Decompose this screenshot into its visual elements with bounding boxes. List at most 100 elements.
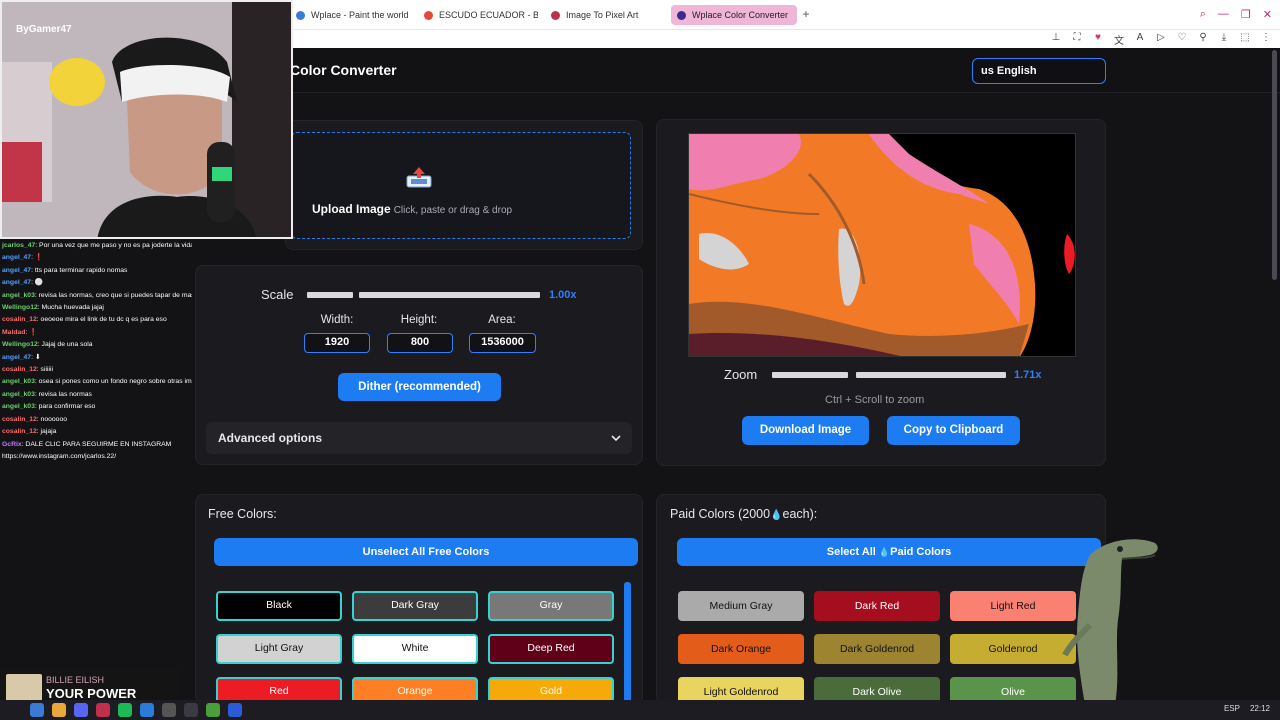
obs-app-icon[interactable] <box>162 703 176 717</box>
chat-username[interactable]: jcarlos_47 <box>2 242 35 249</box>
chat-username[interactable]: angel_k03 <box>2 378 35 385</box>
download-icon[interactable]: ⤓ <box>1218 32 1230 47</box>
upload-hint: Click, paste or drag & drop <box>393 205 513 216</box>
paid-swatch[interactable]: Light Red <box>950 591 1076 621</box>
chat-username[interactable]: cosalin_12 <box>2 366 37 373</box>
steam-app-icon[interactable] <box>184 703 198 717</box>
chat-username[interactable]: GcRix <box>2 441 22 448</box>
area-input[interactable]: 1536000 <box>469 333 536 353</box>
close-icon[interactable]: ✕ <box>1263 8 1272 21</box>
chat-username[interactable]: angel_47 <box>2 354 31 361</box>
chat-username[interactable]: angel_k03 <box>2 292 35 299</box>
pin-icon[interactable]: ⊥ <box>1050 32 1062 47</box>
chat-username[interactable]: angel_k03 <box>2 391 35 398</box>
select-all-paid-colors-button[interactable]: Select All 💧Paid Colors <box>677 538 1101 566</box>
free-swatch[interactable]: Dark Gray <box>352 591 478 621</box>
zoom-slider[interactable] <box>856 372 1006 378</box>
chrome-app-icon[interactable] <box>30 703 44 717</box>
paid-swatch[interactable]: Dark Goldenrod <box>814 634 940 664</box>
free-swatch[interactable]: Deep Red <box>488 634 614 664</box>
free-swatch[interactable]: Light Gray <box>216 634 342 664</box>
free-swatch[interactable]: White <box>352 634 478 664</box>
tab-label: Image To Pixel Art <box>566 10 639 20</box>
zoom-label: Zoom <box>724 367 758 382</box>
restore-icon[interactable]: ❐ <box>1241 8 1251 21</box>
pocket-icon[interactable]: ♥ <box>1092 32 1104 47</box>
chat-message: Wellingo12: Mucha huevada jajaj <box>0 302 192 314</box>
screenshot-icon[interactable]: ⛶ <box>1071 32 1083 47</box>
spotify-app-icon[interactable] <box>118 703 132 717</box>
tab-wplace[interactable]: Wplace - Paint the world <box>290 5 415 25</box>
browser-toolbar: ⊥ ⛶ ♥ 文 A ▷ ♡ ⚲ ⤓ ⬚ ⋮ <box>1050 32 1272 47</box>
excel-app-icon[interactable] <box>206 703 220 717</box>
chat-username[interactable]: Wellingo12 <box>2 304 38 311</box>
chat-text: : jajaja <box>36 428 57 436</box>
tab-escudo[interactable]: ESCUDO ECUADOR - Bu <box>418 5 538 25</box>
scale-slider[interactable] <box>359 292 540 298</box>
chat-text: : ⬇ <box>31 353 41 361</box>
vscode-app-icon[interactable] <box>140 703 154 717</box>
chat-username[interactable]: angel_k03 <box>2 403 35 410</box>
chat-username[interactable]: angel_47 <box>2 254 31 261</box>
scale-value: 1.00x <box>549 289 577 301</box>
free-swatch[interactable]: Gray <box>488 591 614 621</box>
now-playing-song: YOUR POWER <box>46 686 137 701</box>
width-input[interactable]: 1920 <box>304 333 370 353</box>
upload-dropzone[interactable] <box>291 132 631 239</box>
tray-clock[interactable]: 22:12 <box>1250 704 1270 713</box>
copy-to-clipboard-button[interactable]: Copy to Clipboard <box>887 416 1020 445</box>
unselect-free-colors-button[interactable]: Unselect All Free Colors <box>214 538 638 566</box>
chat-message: cosalin_12: jajaja <box>0 426 192 438</box>
discord-app-icon[interactable] <box>74 703 88 717</box>
chat-username[interactable]: cosalin_12 <box>2 416 37 423</box>
search-tabs-icon[interactable]: ⌕ <box>1200 8 1206 21</box>
chat-text: : revisa las normas, creo que si puedes … <box>34 291 192 299</box>
extensions-icon[interactable]: ⬚ <box>1239 32 1251 47</box>
chat-username[interactable]: Maldad <box>2 329 25 336</box>
tab-pixel-art[interactable]: Image To Pixel Art <box>545 5 665 25</box>
menu-icon[interactable]: ⋮ <box>1260 32 1272 47</box>
chat-username[interactable]: Wellingo12 <box>2 341 38 348</box>
chat-username[interactable]: cosalin_12 <box>2 428 37 435</box>
zoom-value: 1.71x <box>1014 369 1042 381</box>
wallet-icon[interactable]: ⚲ <box>1197 32 1209 47</box>
chat-username[interactable]: angel_47 <box>2 279 31 286</box>
new-tab-button[interactable]: + <box>800 8 812 20</box>
play-icon[interactable]: ▷ <box>1155 32 1167 47</box>
converted-image-preview[interactable] <box>688 133 1076 357</box>
scale-slider-left[interactable] <box>307 292 353 298</box>
folder-app-icon[interactable] <box>52 703 66 717</box>
paid-title-prefix: Paid Colors (2000 <box>670 507 771 521</box>
crocodile-sticker <box>1062 539 1158 705</box>
paid-swatch[interactable]: Dark Orange <box>678 634 804 664</box>
tray-language[interactable]: ESP <box>1224 704 1240 713</box>
paid-button-prefix: Select All <box>826 546 876 558</box>
chat-username[interactable]: angel_47 <box>2 267 31 274</box>
free-colors-scrollbar[interactable] <box>624 582 631 702</box>
app-icon[interactable] <box>96 703 110 717</box>
paid-swatch[interactable]: Goldenrod <box>950 634 1076 664</box>
zoom-hint: Ctrl + Scroll to zoom <box>825 394 925 406</box>
free-swatch[interactable]: Black <box>216 591 342 621</box>
chat-message: jcarlos_47: Por una vez que me paso y no… <box>0 240 192 252</box>
photoshop-app-icon[interactable] <box>228 703 242 717</box>
channel-name: ByGamer47 <box>16 24 72 35</box>
tab-color-converter[interactable]: Wplace Color Converter <box>671 5 797 25</box>
chat-text: : siiiiii <box>36 366 54 374</box>
paid-swatch[interactable]: Dark Red <box>814 591 940 621</box>
height-input[interactable]: 800 <box>387 333 453 353</box>
page-scrollbar[interactable] <box>1272 50 1277 280</box>
favorite-icon[interactable]: ♡ <box>1176 32 1188 47</box>
minimize-icon[interactable]: — <box>1218 8 1229 21</box>
read-aloud-icon[interactable]: A <box>1134 32 1146 47</box>
paid-swatch[interactable]: Medium Gray <box>678 591 804 621</box>
dither-button[interactable]: Dither (recommended) <box>338 373 501 401</box>
paid-title-suffix: each): <box>782 507 818 521</box>
chat-text: : DALE CLIC PARA SEGUIRME EN INSTAGRAM <box>21 440 172 448</box>
language-select[interactable]: us English <box>972 58 1106 84</box>
chat-username[interactable]: cosalin_12 <box>2 316 37 323</box>
translate-icon[interactable]: 文 <box>1113 32 1125 47</box>
upload-icon <box>406 167 432 188</box>
zoom-slider-left[interactable] <box>772 372 848 378</box>
download-image-button[interactable]: Download Image <box>742 416 869 445</box>
